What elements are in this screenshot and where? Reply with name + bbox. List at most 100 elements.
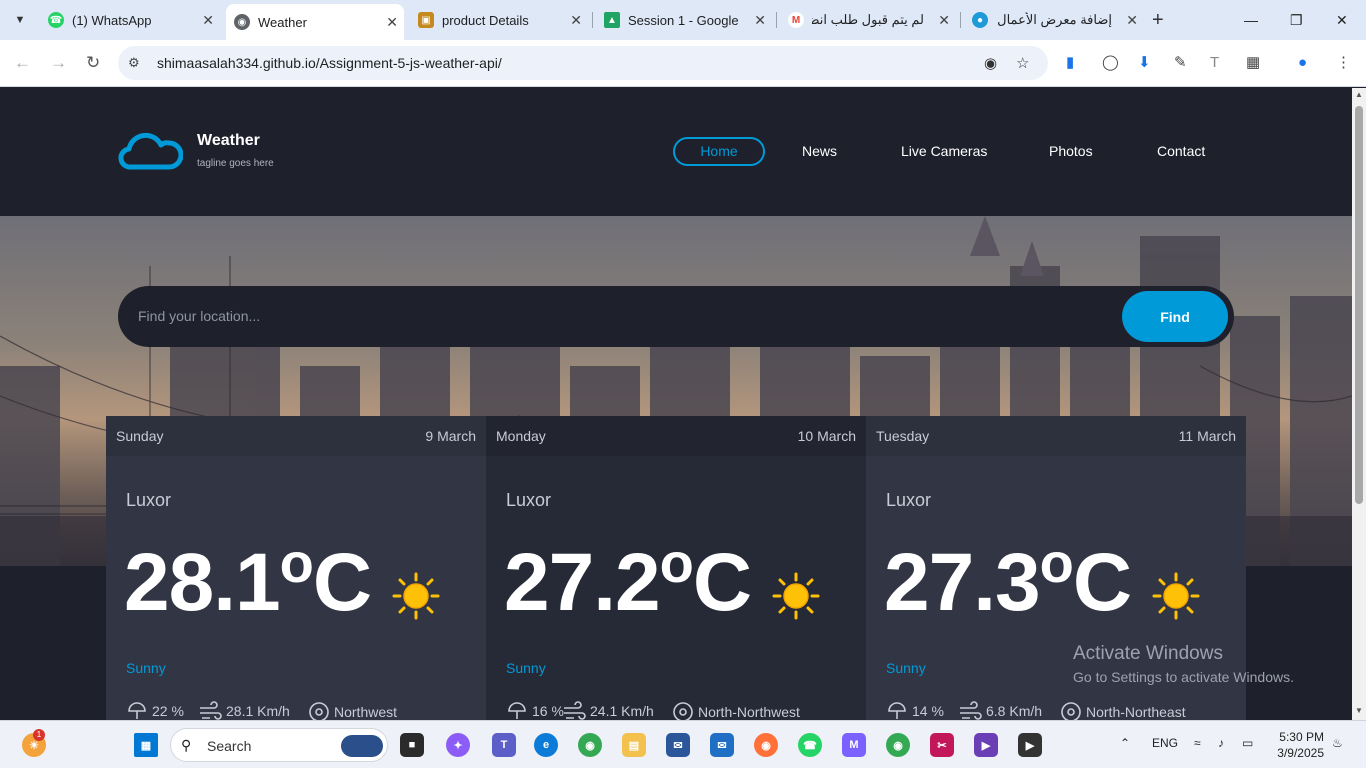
back-button[interactable]: ← [14,52,31,74]
taskbar-search[interactable]: ⚲ Search [170,728,388,762]
temperature-unit-sup: o [1039,531,1074,594]
address-bar[interactable]: ⚙ shimaasalah334.github.io/Assignment-5-… [118,46,1048,80]
wind-value: 6.8 Km/h [986,703,1043,719]
clock-time: 5:30 PM [1279,730,1324,744]
wifi-icon[interactable]: ≈ [1194,736,1201,750]
sun-icon [1152,572,1200,620]
teams-icon[interactable]: T [492,733,516,757]
whatsapp-icon[interactable]: ☎ [798,733,822,757]
direction-stat: North-Northeast [1060,701,1186,720]
tab-product-details[interactable]: ▣ product Details ✕ [410,6,588,34]
snipping-tool-icon[interactable]: ✂ [930,733,954,757]
find-button[interactable]: Find [1122,291,1228,342]
nav-news[interactable]: News [802,143,837,159]
windows-start-icon[interactable]: ▦ [134,733,158,757]
media-player-icon[interactable]: ▶ [1018,733,1042,757]
tab-portfolio[interactable]: ● إضافة معرض الأعمال ✕ [964,6,1144,34]
scroll-down-icon[interactable]: ▼ [1355,706,1363,715]
text-tool-icon[interactable]: T [1210,54,1219,72]
firefox-icon[interactable]: ◉ [754,733,778,757]
watermark-title: Activate Windows [1073,643,1223,664]
language-indicator[interactable]: ENG [1152,736,1178,750]
tab-search-button[interactable]: ▼ [8,8,32,32]
tab-weather[interactable]: ◉ Weather ✕ [226,4,404,40]
scrollbar-thumb[interactable] [1355,106,1363,504]
windows-taskbar: ☀ 1 ▦ ⚲ Search ■ ✦ T e ◉ ▤ ✉ ✉ ◉ ☎ M ◉ ✂… [0,720,1366,768]
watermark-subtitle: Go to Settings to activate Windows. [1073,669,1294,685]
page-scrollbar[interactable]: ▲ ▼ [1352,88,1366,720]
file-explorer-icon[interactable]: ▤ [622,733,646,757]
temperature-unit-sup: o [659,531,694,594]
download-icon[interactable]: ⬇ [1138,54,1151,72]
tab-gmail[interactable]: M لم يتم قبول طلب انضـ ✕ [780,6,956,34]
sun-icon [772,572,820,620]
nav-contact[interactable]: Contact [1157,143,1205,159]
extension-ring-icon[interactable]: ◯ [1102,54,1119,72]
task-view-icon[interactable]: ■ [400,733,424,757]
weather-site: Weather tagline goes here Home News Live… [0,88,1352,720]
tab-title: (1) WhatsApp [72,12,152,28]
close-icon[interactable]: ✕ [938,12,950,28]
close-icon[interactable]: ✕ [202,12,214,28]
forward-button[interactable]: → [50,52,67,74]
location-search-input[interactable] [138,304,1098,328]
nav-photos[interactable]: Photos [1049,143,1093,159]
minimize-button[interactable]: — [1244,8,1258,32]
wind-stat: 24.1 Km/h [562,701,654,720]
browser-tab-strip: ▼ ☎ (1) WhatsApp ✕ ◉ Weather ✕ ▣ product… [0,0,1366,40]
new-tab-button[interactable]: + [1152,8,1164,32]
site-header: Weather tagline goes here Home News Live… [0,88,1352,216]
scroll-up-icon[interactable]: ▲ [1355,90,1363,99]
m365-icon[interactable]: M [842,733,866,757]
site-info-icon[interactable]: ⚙ [128,55,140,71]
edge-icon[interactable]: e [534,733,558,757]
forecast-card-today: Sunday 9 March Luxor 28.1oC Sunny 22 % 2… [106,416,486,720]
clipchamp-icon[interactable]: ▶ [974,733,998,757]
url-text[interactable]: shimaasalah334.github.io/Assignment-5-js… [157,55,502,71]
notification-badge: 1 [33,729,45,741]
profile-avatar-icon[interactable]: ● [1298,54,1307,72]
tab-google-drive[interactable]: ▲ Session 1 - Google D ✕ [596,6,772,34]
chrome-icon[interactable]: ◉ [578,733,602,757]
nav-live-cameras[interactable]: Live Cameras [901,143,987,159]
tab-whatsapp[interactable]: ☎ (1) WhatsApp ✕ [40,6,220,34]
reload-button[interactable]: ↻ [86,52,100,74]
copilot-icon[interactable]: ✦ [446,733,470,757]
humidity-value: 16 % [532,703,564,719]
wind-icon [200,701,222,720]
wind-stat: 28.1 Km/h [198,701,290,720]
search-icon: ⚲ [181,737,192,753]
battery-icon[interactable]: ▭ [1242,736,1253,750]
location-pin-icon[interactable]: ◉ [984,54,997,72]
notifications-bell-icon[interactable]: ♨ [1332,736,1343,750]
forecast-card-header: Tuesday 11 March [866,416,1246,456]
restore-button[interactable]: ❐ [1290,8,1303,32]
close-icon[interactable]: ✕ [754,12,766,28]
brand-title[interactable]: Weather [197,132,260,150]
forecast-temperature: 27.3oC [884,530,1132,630]
forecast-day: Tuesday [876,428,930,444]
forecast-condition: Sunny [126,660,166,676]
close-icon[interactable]: ✕ [386,14,398,30]
mail-icon[interactable]: ✉ [710,733,734,757]
tray-overflow-icon[interactable]: ⌃ [1120,736,1130,750]
forecast-temperature: 27.2oC [504,530,752,630]
cloud-logo-icon[interactable] [117,131,183,171]
forecast-city: Luxor [506,490,552,510]
temperature-unit-sup: o [279,531,314,594]
close-icon[interactable]: ✕ [570,12,582,28]
volume-icon[interactable]: ♪ [1218,736,1224,750]
nav-home[interactable]: Home [673,137,765,166]
outlook-icon[interactable]: ✉ [666,733,690,757]
menu-kebab-icon[interactable]: ⋮ [1336,54,1351,72]
close-window-button[interactable]: ✕ [1336,8,1348,32]
puzzle-extensions-icon[interactable]: ▦ [1246,54,1260,72]
close-icon[interactable]: ✕ [1126,12,1138,28]
brand-tagline: tagline goes here [197,158,274,169]
bookmark-star-icon[interactable]: ☆ [1016,54,1029,72]
eyedropper-icon[interactable]: ✎ [1174,54,1187,72]
extension-book-icon[interactable]: ▮ [1066,54,1074,72]
chrome-active-icon[interactable]: ◉ [886,733,910,757]
location-search-bar: Find [118,286,1234,347]
taskbar-clock[interactable]: 5:30 PM 3/9/2025 [1276,729,1324,761]
